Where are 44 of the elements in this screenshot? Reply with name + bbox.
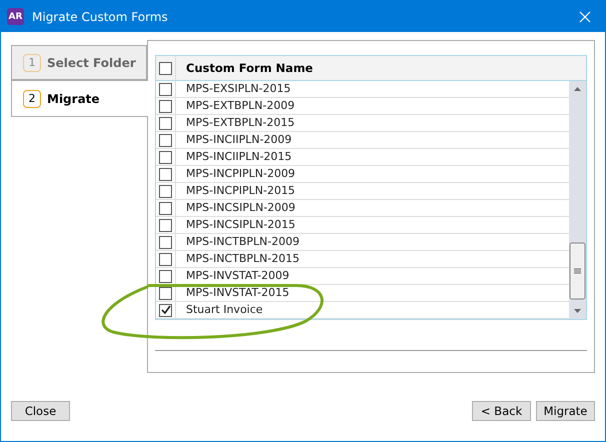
table-cell-text: MPS-INVSTAT-2009 (185, 268, 290, 284)
checkbox[interactable] (159, 218, 172, 232)
table-cell-text: MPS-EXTBPLN-2015 (185, 115, 296, 131)
step-number: 1 (23, 54, 41, 72)
step-label: Migrate (47, 92, 100, 106)
table-cell-text: MPS-INVSTAT-2015 (185, 285, 290, 301)
column-header[interactable]: Custom Form Name (176, 61, 313, 75)
app-logo: AR (7, 8, 24, 25)
window-title: Migrate Custom Forms (32, 10, 169, 24)
table-cell-text: MPS-INCPIPLN-2009 (185, 166, 296, 182)
checkbox[interactable] (159, 62, 172, 74)
checkbox[interactable] (159, 134, 172, 146)
table-cell-text: MPS-INCSIPLN-2015 (185, 217, 296, 233)
checkbox[interactable] (159, 202, 172, 214)
checkbox[interactable] (159, 150, 172, 164)
checkbox[interactable] (159, 270, 172, 282)
back-button[interactable]: < Back (472, 401, 531, 421)
table-cell-text: MPS-INCPIPLN-2015 (185, 183, 296, 199)
step-number: 2 (23, 90, 41, 108)
close-icon[interactable] (579, 10, 591, 22)
checkbox[interactable] (159, 100, 172, 112)
step-label: Select Folder (47, 56, 136, 70)
checkbox[interactable] (159, 286, 172, 300)
table-cell-text: MPS-INCTBPLN-2009 (185, 234, 300, 250)
check-icon (160, 305, 170, 315)
checkbox[interactable] (159, 116, 172, 130)
checkbox[interactable] (159, 168, 172, 180)
scrollbar[interactable] (569, 81, 586, 319)
checkbox[interactable] (159, 184, 172, 198)
table-cell-text: MPS-INCIIPLN-2009 (185, 132, 293, 148)
table-cell-text: MPS-INCIIPLN-2015 (185, 149, 293, 165)
close-button[interactable]: Close (11, 401, 70, 421)
step-tab[interactable]: 2 Migrate (11, 80, 148, 117)
checkbox[interactable] (159, 236, 172, 248)
checkbox[interactable] (159, 252, 172, 266)
checkbox[interactable] (159, 82, 172, 96)
table-cell-text: MPS-INCTBPLN-2015 (185, 251, 300, 267)
table-cell-text: MPS-INCSIPLN-2009 (185, 200, 296, 216)
checkbox[interactable] (159, 304, 172, 316)
step-tab[interactable]: 1 Select Folder (11, 45, 147, 80)
table-cell-text: MPS-EXTBPLN-2009 (185, 98, 296, 114)
table-cell-text: MPS-EXSIPLN-2015 (185, 81, 292, 97)
table-cell-text: Stuart Invoice (185, 302, 264, 318)
migrate-button[interactable]: Migrate (536, 401, 595, 421)
